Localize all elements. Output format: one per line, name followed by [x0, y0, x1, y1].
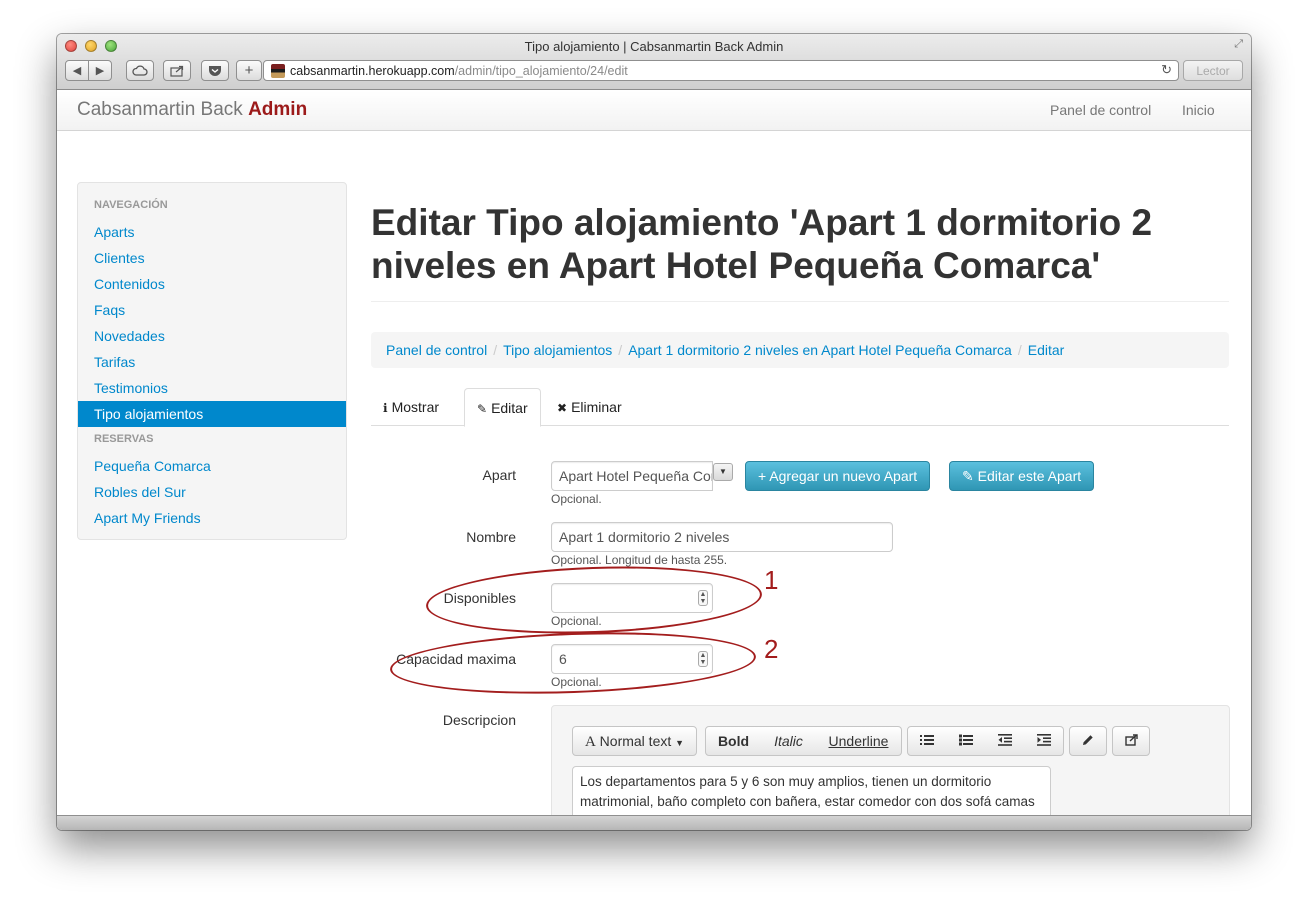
breadcrumb: Panel de control / Tipo alojamientos / Apart…: [371, 332, 1229, 368]
rich-text-editor: A Normal text ▼ Bold Italic Underline Lo…: [551, 705, 1230, 830]
icloud-tabs-button[interactable]: [126, 60, 154, 81]
forward-button[interactable]: ▶: [88, 60, 112, 81]
share-icon: [169, 65, 183, 77]
edit-apart-button[interactable]: ✎ Editar este Apart: [949, 461, 1095, 491]
indent-button[interactable]: [1024, 726, 1064, 756]
title-divider: [371, 301, 1229, 302]
outdent-button[interactable]: [985, 726, 1025, 756]
sidebar-item-testimonios[interactable]: Testimonios: [78, 375, 346, 401]
navbar-link-inicio[interactable]: Inicio: [1182, 102, 1215, 118]
cloud-icon: [132, 65, 148, 76]
share-icon: [1124, 734, 1138, 746]
pocket-button[interactable]: [201, 60, 229, 81]
remove-icon: ✖: [557, 401, 568, 415]
browser-titlebar: Tipo alojamiento | Cabsanmartin Back Adm…: [57, 34, 1251, 90]
pencil-icon: ✎: [477, 402, 488, 416]
annotation-number-2: 2: [764, 634, 779, 664]
url-path: /admin/tipo_alojamiento/24/edit: [454, 63, 628, 78]
breadcrumb-item-editar[interactable]: Editar: [1028, 342, 1065, 358]
plus-icon: +: [244, 62, 254, 79]
site-favicon-icon: [271, 63, 285, 78]
sidebar-item-novedades[interactable]: Novedades: [78, 323, 346, 349]
sidebar-item-robles-del-sur[interactable]: Robles del Sur: [78, 479, 346, 505]
tab-label: Editar: [491, 400, 528, 416]
info-icon: ℹ: [383, 401, 388, 415]
nombre-label: Nombre: [466, 529, 516, 545]
breadcrumb-separator: /: [493, 342, 498, 358]
annotation-ellipse-1: [424, 561, 764, 639]
sidebar-item-clientes[interactable]: Clientes: [78, 245, 346, 271]
back-arrow-icon: ◀: [72, 65, 82, 77]
page-title: Editar Tipo alojamiento 'Apart 1 dormito…: [371, 202, 1153, 286]
tab-eliminar[interactable]: ✖ Eliminar: [545, 388, 634, 426]
action-tabs: ℹ Mostrar ✎ Editar ✖ Eliminar: [371, 388, 1229, 427]
pocket-icon: [209, 65, 221, 76]
navbar-link-panel[interactable]: Panel de control: [1050, 102, 1151, 118]
list-icon: [920, 735, 934, 745]
sidebar-item-tipo-alojamientos[interactable]: Tipo alojamientos: [78, 401, 346, 427]
window-status-bar: [57, 815, 1251, 830]
brand-text: Cabsanmartin Back: [77, 99, 249, 120]
ordered-list-icon: [958, 734, 973, 746]
sidebar-item-aparts[interactable]: Aparts: [78, 219, 346, 245]
tab-label: Mostrar: [391, 399, 440, 415]
reload-icon[interactable]: ↻: [1161, 62, 1172, 78]
tab-label: Eliminar: [571, 399, 622, 415]
insert-link-button[interactable]: [1112, 726, 1150, 756]
italic-button[interactable]: Italic: [761, 726, 817, 756]
annotation-number-1: 1: [764, 565, 779, 595]
breadcrumb-separator: /: [618, 342, 623, 358]
bold-button[interactable]: Bold: [705, 726, 762, 756]
brand-logo[interactable]: Cabsanmartin Back Admin: [77, 99, 307, 121]
indent-icon: [1036, 734, 1051, 746]
descripcion-label: Descripcion: [442, 712, 516, 728]
text-style-label: Normal text: [599, 733, 672, 749]
chevron-down-icon[interactable]: ▼: [713, 463, 733, 481]
apart-label: Apart: [482, 467, 516, 483]
tab-editar[interactable]: ✎ Editar: [464, 388, 541, 427]
sidebar-item-tarifas[interactable]: Tarifas: [78, 349, 346, 375]
apart-select[interactable]: Apart Hotel Pequeña Comarca: [551, 461, 713, 491]
brand-accent: Admin: [248, 99, 308, 120]
browser-window: Tipo alojamiento | Cabsanmartin Back Adm…: [57, 34, 1251, 830]
ordered-list-button[interactable]: [946, 726, 986, 756]
address-bar[interactable]: cabsanmartin.herokuapp.com/admin/tipo_al…: [263, 60, 1179, 81]
pencil-icon: [1083, 735, 1093, 745]
top-navbar: Cabsanmartin Back Admin Panel de control…: [57, 91, 1251, 131]
url-host: cabsanmartin.herokuapp.com: [290, 63, 455, 78]
fullscreen-icon[interactable]: ⤢: [1234, 38, 1243, 51]
add-apart-button[interactable]: + Agregar un nuevo Apart: [745, 461, 931, 491]
sidebar-header-navegacion: NAVEGACIÓN: [94, 199, 168, 211]
caret-down-icon: ▼: [675, 738, 685, 748]
annotation-ellipse-2: [389, 626, 757, 700]
outdent-icon: [997, 734, 1012, 746]
sidebar-item-contenidos[interactable]: Contenidos: [78, 271, 346, 297]
breadcrumb-item-record[interactable]: Apart 1 dormitorio 2 niveles en Apart Ho…: [628, 342, 1012, 358]
nombre-input[interactable]: Apart 1 dormitorio 2 niveles: [551, 522, 893, 552]
sidebar-item-faqs[interactable]: Faqs: [78, 297, 346, 323]
sidebar: NAVEGACIÓN Aparts Clientes Contenidos Fa…: [77, 182, 347, 540]
tab-mostrar[interactable]: ℹ Mostrar: [371, 388, 451, 426]
font-icon: A: [584, 734, 596, 750]
text-style-dropdown[interactable]: A Normal text ▼: [572, 726, 697, 756]
apart-help: Opcional.: [551, 492, 602, 506]
forward-arrow-icon: ▶: [95, 65, 105, 77]
back-button[interactable]: ◀: [65, 60, 89, 81]
page-viewport: Cabsanmartin Back Admin Panel de control…: [57, 91, 1251, 830]
nombre-help: Opcional. Longitud de hasta 255.: [551, 553, 728, 567]
window-title: Tipo alojamiento | Cabsanmartin Back Adm…: [524, 39, 784, 54]
edit-html-button[interactable]: [1069, 726, 1107, 756]
new-tab-button[interactable]: +: [236, 60, 262, 81]
share-button[interactable]: [163, 60, 191, 81]
sidebar-header-reservas: RESERVAS: [94, 433, 154, 445]
unordered-list-button[interactable]: [907, 726, 947, 756]
underline-button[interactable]: Underline: [816, 726, 902, 756]
breadcrumb-item-panel[interactable]: Panel de control: [386, 342, 487, 358]
sidebar-item-apart-my-friends[interactable]: Apart My Friends: [78, 505, 346, 531]
breadcrumb-item-tipo-alojamientos[interactable]: Tipo alojamientos: [503, 342, 612, 358]
breadcrumb-separator: /: [1017, 342, 1022, 358]
sidebar-item-pequena-comarca[interactable]: Pequeña Comarca: [78, 453, 346, 479]
reader-button[interactable]: Lector: [1183, 60, 1243, 81]
